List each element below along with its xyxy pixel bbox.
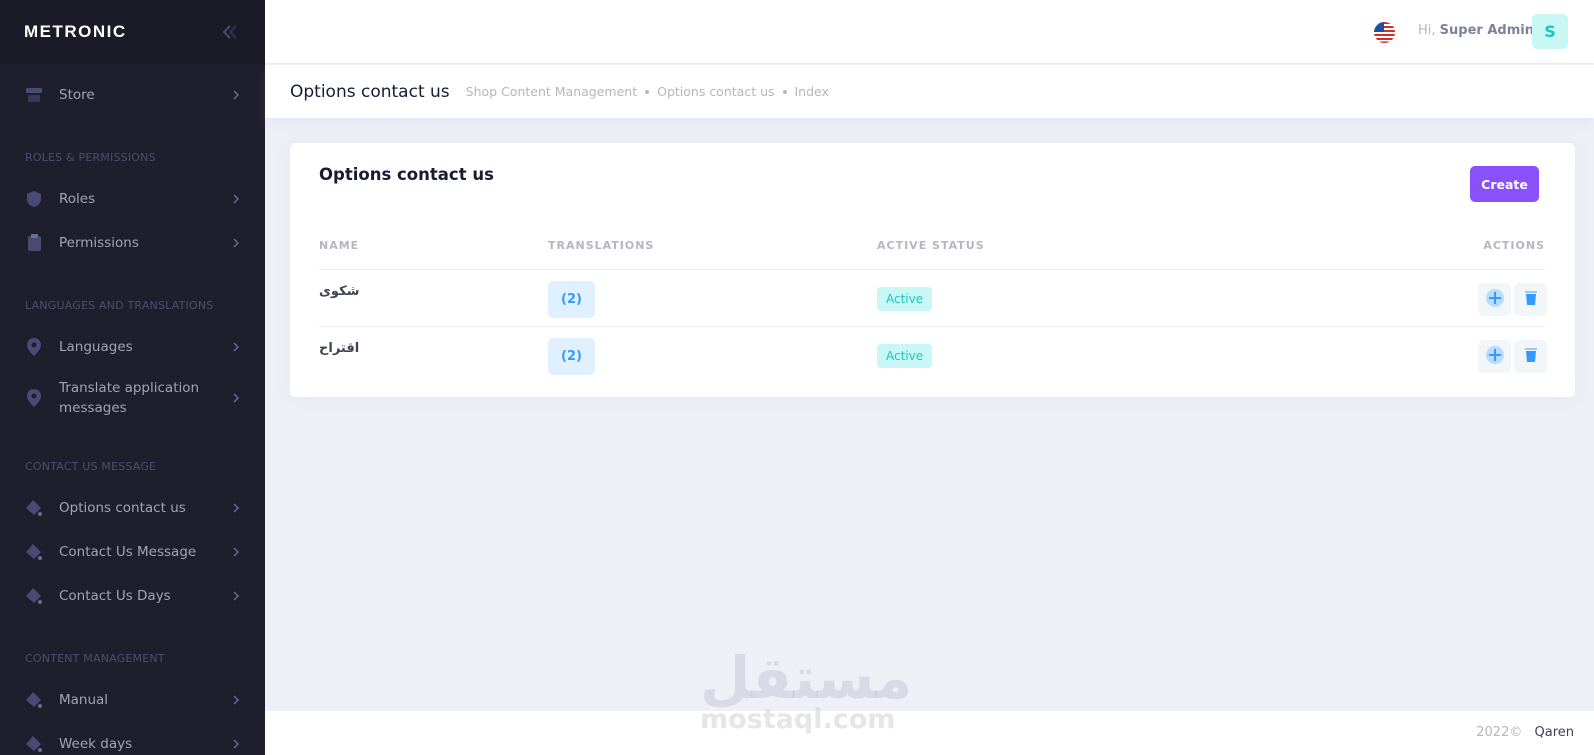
breadcrumb-item[interactable]: Index — [795, 84, 829, 99]
sidebar-item-label: Options contact us — [59, 500, 186, 516]
breadcrumb-item[interactable]: Shop Content Management — [466, 84, 637, 99]
column-header-active-status[interactable]: ACTIVE STATUS — [877, 239, 985, 252]
add-button[interactable] — [1478, 283, 1511, 316]
sidebar-item-languages[interactable]: Languages — [0, 337, 265, 357]
column-header-translations[interactable]: TRANSLATIONS — [548, 239, 654, 252]
chevron-right-icon — [231, 591, 241, 601]
chevron-right-icon — [231, 547, 241, 557]
column-header-name[interactable]: NAME — [319, 239, 359, 252]
breadcrumb: Shop Content Management Options contact … — [466, 84, 829, 99]
translations-badge[interactable]: (2) — [548, 338, 595, 375]
section-languages: LANGUAGES AND TRANSLATIONS — [25, 299, 214, 312]
sidebar-item-store[interactable]: Store — [0, 85, 265, 105]
sidebar-item-options-contact-us[interactable]: Options contact us — [0, 498, 265, 518]
sidebar-item-label: Languages — [59, 339, 133, 355]
sidebar-item-manual[interactable]: Manual — [0, 690, 265, 710]
delete-button[interactable] — [1514, 340, 1547, 373]
sidebar-item-label: Permissions — [59, 235, 139, 251]
watermark-arabic: مستقل — [700, 644, 913, 712]
footer-year: 2022© — [1476, 725, 1523, 740]
chevron-right-icon — [231, 503, 241, 513]
sidebar-item-roles[interactable]: Roles — [0, 189, 265, 209]
column-header-actions: ACTIONS — [1483, 239, 1545, 252]
translations-badge[interactable]: (2) — [548, 281, 595, 318]
row-divider — [319, 326, 1545, 327]
user-name: Super Admin — [1439, 23, 1534, 38]
sidebar-item-label: Contact Us Message — [59, 544, 197, 560]
breadcrumb-separator — [645, 89, 650, 94]
row-divider — [319, 269, 1545, 270]
shield-icon — [25, 189, 43, 209]
clipboard-icon — [25, 233, 43, 253]
brand-bar: METRONIC — [0, 0, 265, 64]
sidebar-item-label: Week days — [59, 736, 133, 752]
card-title: Options contact us — [319, 165, 494, 184]
us-flag-icon[interactable] — [1374, 22, 1395, 43]
create-button[interactable]: Create — [1470, 166, 1539, 202]
sidebar-item-label: Contact Us Days — [59, 588, 171, 604]
avatar[interactable]: S — [1532, 14, 1568, 49]
brand-logo[interactable]: METRONIC — [24, 22, 127, 42]
chevron-right-icon — [231, 393, 241, 403]
sidebar-item-permissions[interactable]: Permissions — [0, 233, 265, 253]
sidebar-item-label: Translate application messages — [59, 380, 200, 416]
chevron-right-icon — [231, 194, 241, 204]
plus-circle-icon — [1485, 345, 1505, 369]
chevron-right-icon — [231, 238, 241, 248]
greeting-text: Hi, — [1418, 23, 1436, 38]
subheader: Options contact us Shop Content Manageme… — [265, 65, 1594, 118]
sidebar-item-contact-us-message[interactable]: Contact Us Message — [0, 542, 265, 562]
chevron-right-icon — [231, 90, 241, 100]
plus-circle-icon — [1485, 288, 1505, 312]
breadcrumb-separator — [782, 89, 787, 94]
sidebar-item-label: Manual — [59, 692, 109, 708]
paint-bucket-icon — [25, 734, 43, 754]
row-name: اقتراح — [319, 341, 360, 356]
chevron-right-icon — [231, 342, 241, 352]
delete-button[interactable] — [1514, 283, 1547, 316]
paint-bucket-icon — [25, 542, 43, 562]
section-contact-us: CONTACT US MESSAGE — [25, 460, 157, 473]
sidebar-item-contact-us-days[interactable]: Contact Us Days — [0, 586, 265, 606]
chevron-right-icon — [231, 695, 241, 705]
status-badge: Active — [877, 344, 933, 368]
sidebar-toggle-icon[interactable] — [219, 21, 241, 43]
map-marker-icon — [25, 388, 43, 408]
store-icon — [25, 85, 43, 105]
sidebar-item-label: Store — [59, 87, 95, 103]
row-name: شكوى — [319, 284, 360, 299]
trash-icon — [1524, 347, 1538, 367]
status-badge: Active — [877, 287, 933, 311]
footer-copyright: 2022© Qaren — [1476, 725, 1574, 740]
sidebar: METRONIC Store ROLES & PERMISSIONS Roles… — [0, 0, 265, 755]
user-greeting[interactable]: Hi, Super Admin — [1418, 23, 1534, 38]
options-card: Options contact us Create NAME TRANSLATI… — [290, 143, 1575, 397]
section-content-management: CONTENT MANAGEMENT — [25, 652, 165, 665]
page-title: Options contact us — [290, 81, 450, 102]
sidebar-item-translate-messages[interactable]: Translate application messages — [0, 378, 265, 418]
sidebar-item-week-days[interactable]: Week days — [0, 734, 265, 754]
paint-bucket-icon — [25, 690, 43, 710]
map-marker-icon — [25, 337, 43, 357]
paint-bucket-icon — [25, 586, 43, 606]
breadcrumb-item[interactable]: Options contact us — [657, 84, 774, 99]
footer-owner-link[interactable]: Qaren — [1535, 725, 1575, 740]
chevron-right-icon — [231, 739, 241, 749]
trash-icon — [1524, 290, 1538, 310]
footer: 2022© Qaren — [265, 711, 1594, 755]
add-button[interactable] — [1478, 340, 1511, 373]
sidebar-item-label: Roles — [59, 191, 96, 207]
section-roles-permissions: ROLES & PERMISSIONS — [25, 151, 156, 164]
paint-bucket-icon — [25, 498, 43, 518]
